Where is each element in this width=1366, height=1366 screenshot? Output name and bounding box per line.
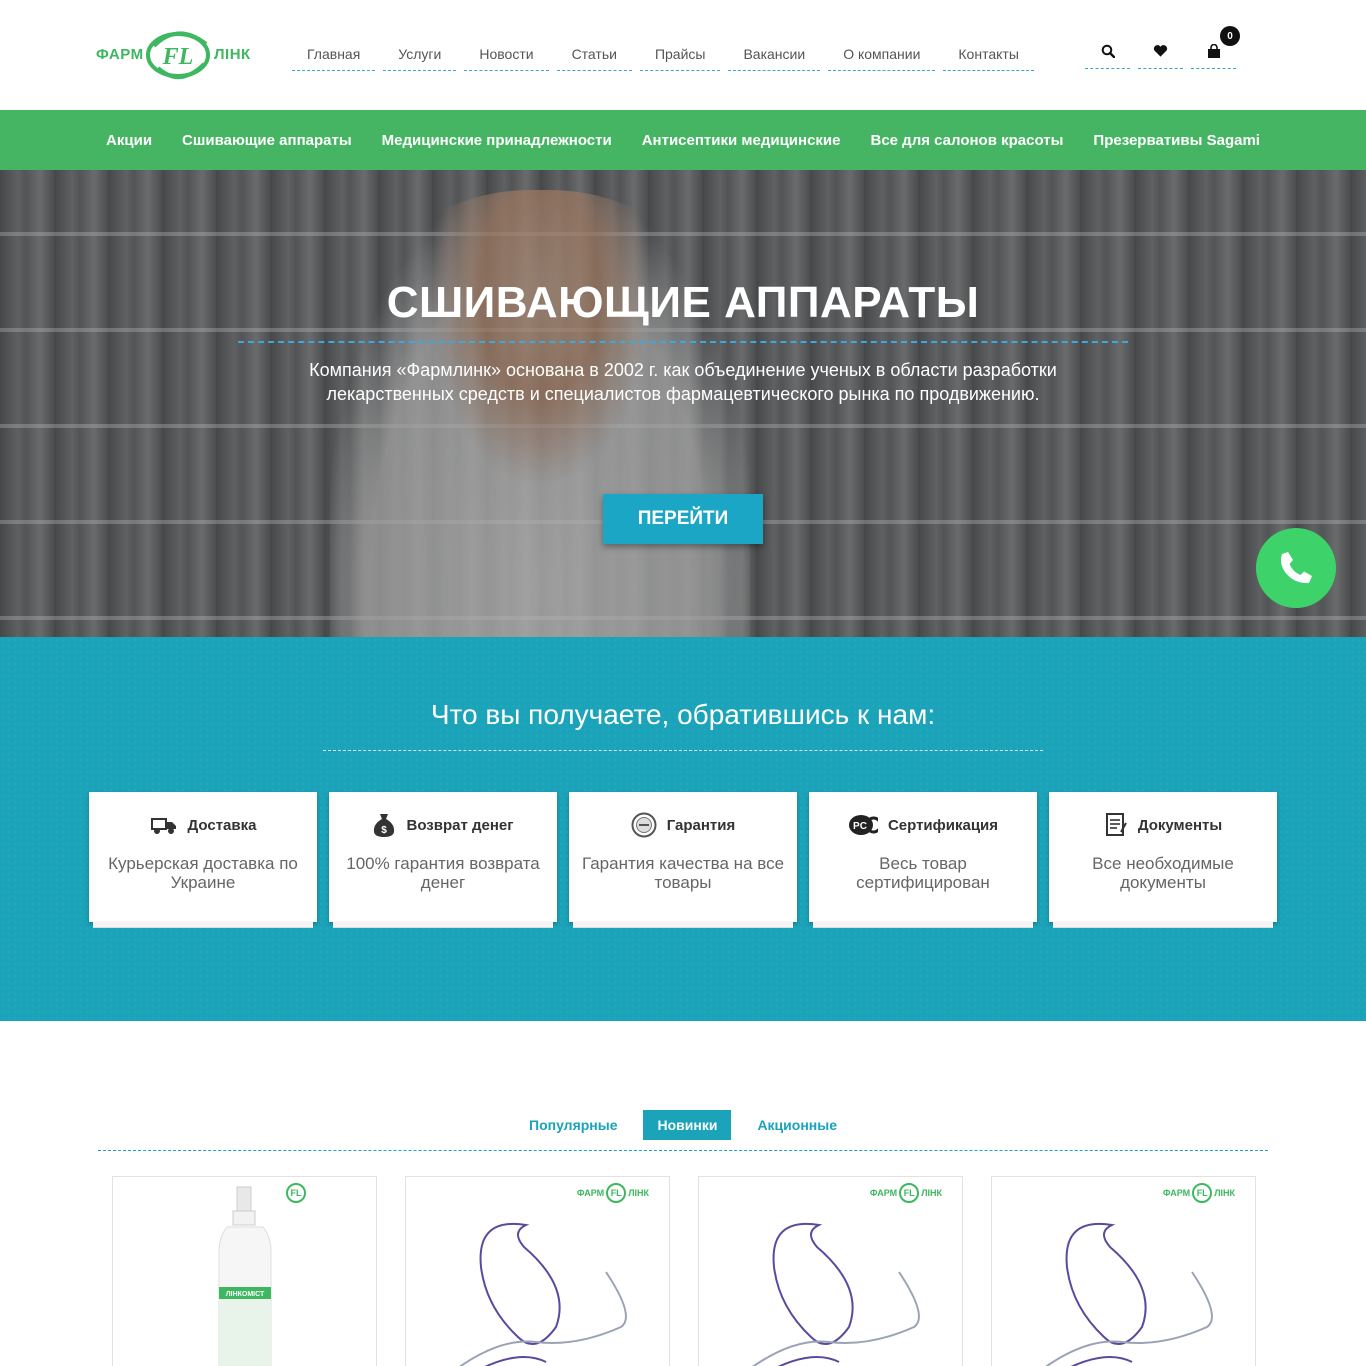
- money-bag-icon: $: [374, 814, 395, 837]
- benefit-card-guarantee: Гарантия Гарантия качества на все товары: [569, 792, 797, 928]
- category-condoms[interactable]: Презервативы Sagami: [1093, 132, 1260, 149]
- benefit-text: Все необходимые документы: [1092, 854, 1234, 892]
- tabs-divider: [98, 1150, 1268, 1151]
- category-staplers[interactable]: Сшивающие аппараты: [182, 132, 352, 149]
- benefit-title: Документы: [1137, 816, 1223, 834]
- category-bar: Акции Сшивающие аппараты Медицинские при…: [0, 110, 1366, 170]
- suture-thread-image: [1045, 1222, 1213, 1366]
- nav-item-articles[interactable]: Статьи: [556, 40, 632, 71]
- product-card-suture-2[interactable]: ФАРМ FL ЛІНК: [698, 1176, 963, 1366]
- benefits-section: Что вы получаете, обратившись к нам: Дос…: [0, 637, 1366, 1021]
- nav-item-vacancies[interactable]: Вакансии: [728, 40, 821, 71]
- spray-bottle-image: ЛІНКОМІСТ: [218, 1186, 272, 1366]
- category-beauty-salons[interactable]: Все для салонов красоты: [870, 132, 1063, 149]
- benefit-card-delivery: Доставка Курьерская доставка по Украине: [89, 792, 317, 928]
- delivery-truck-icon: [150, 818, 176, 834]
- benefit-text: Гарантия качества на все товары: [581, 854, 785, 892]
- logo-mark-icon: FL: [146, 31, 210, 79]
- benefits-title: Что вы получаете, обратившись к нам:: [430, 699, 936, 730]
- nav-item-contacts[interactable]: Контакты: [943, 40, 1034, 71]
- benefit-title: Доставка: [187, 816, 257, 834]
- header-tools: 0: [1085, 26, 1240, 69]
- certification-icon: PC: [848, 815, 878, 835]
- hero-banner: СШИВАЮЩИЕ АППАРАТЫ Компания «Фармлинк» о…: [0, 170, 1366, 637]
- nav-item-about[interactable]: О компании: [828, 40, 936, 71]
- category-medical-supplies[interactable]: Медицинские принадлежности: [382, 132, 612, 149]
- suture-thread-image: [459, 1222, 627, 1366]
- nav-item-news[interactable]: Новости: [464, 40, 549, 71]
- guarantee-seal-icon: [631, 812, 657, 838]
- benefit-card-documents: Документы Все необходимые документы: [1049, 792, 1277, 928]
- product-card-suture-3[interactable]: ФАРМ FL ЛІНК: [991, 1176, 1256, 1366]
- top-navigation: Главная Услуги Новости Статьи Прайсы Вак…: [292, 40, 1034, 71]
- benefit-text: Курьерская доставка по Украине: [108, 854, 298, 892]
- nav-item-services[interactable]: Услуги: [383, 40, 457, 71]
- tab-popular[interactable]: Популярные: [515, 1110, 631, 1140]
- search-button[interactable]: [1085, 40, 1130, 69]
- suture-thread-image: [752, 1222, 920, 1366]
- benefit-card-refund: $ Возврат денег 100% гарантия возврата д…: [329, 792, 557, 928]
- svg-text:PC: PC: [853, 821, 867, 832]
- product-grid: FL ЛІНКОМІСТ ФАРМ FL ЛІНК ФАРМ FL ЛІНК Ф…: [112, 1176, 1256, 1366]
- hero-go-button[interactable]: ПЕРЕЙТИ: [603, 494, 763, 544]
- call-button[interactable]: [1256, 528, 1336, 608]
- benefit-text: Весь товар сертифицирован: [856, 854, 990, 892]
- benefit-title: Возврат денег: [406, 816, 514, 834]
- hero-title: СШИВАЮЩИЕ АППАРАТЫ: [386, 278, 980, 327]
- benefit-cards: Доставка Курьерская доставка по Украине …: [89, 792, 1277, 928]
- tab-sale[interactable]: Акционные: [743, 1110, 851, 1140]
- product-card-spray[interactable]: FL ЛІНКОМІСТ: [112, 1176, 377, 1366]
- category-promotions[interactable]: Акции: [106, 132, 152, 149]
- logo-text-right: ЛІНК: [214, 46, 251, 63]
- phone-icon: [1281, 552, 1312, 584]
- cart-count-badge: 0: [1220, 26, 1240, 46]
- tab-new[interactable]: Новинки: [643, 1110, 732, 1140]
- nav-item-prices[interactable]: Прайсы: [639, 40, 721, 71]
- heart-icon: [1153, 45, 1168, 57]
- product-card-suture-1[interactable]: ФАРМ FL ЛІНК: [405, 1176, 670, 1366]
- category-antiseptics[interactable]: Антисептики медицинские: [642, 132, 841, 149]
- benefit-title: Гарантия: [666, 816, 736, 834]
- benefit-card-certification: PC Сертификация Весь товар сертифицирова…: [809, 792, 1037, 928]
- benefit-text: 100% гарантия возврата денег: [346, 854, 540, 892]
- search-icon: [1101, 44, 1115, 58]
- product-tabs: Популярные Новинки Акционные: [0, 1110, 1366, 1140]
- shopping-bag-icon: [1207, 44, 1220, 58]
- hero-divider: [238, 341, 1128, 343]
- header: ФАРМ FL ЛІНК Главная Услуги Новости Стат…: [0, 0, 1366, 110]
- benefits-divider: [323, 750, 1043, 751]
- hero-description: Компания «Фармлинк» основана в 2002 г. к…: [309, 360, 1057, 404]
- logo[interactable]: ФАРМ FL ЛІНК: [96, 22, 256, 86]
- document-icon: [1105, 813, 1127, 836]
- logo-text-left: ФАРМ: [96, 46, 144, 63]
- svg-text:$: $: [382, 825, 388, 836]
- benefit-title: Сертификация: [887, 816, 999, 834]
- product-bottle-label: ЛІНКОМІСТ: [226, 1291, 265, 1298]
- nav-item-home[interactable]: Главная: [292, 40, 376, 71]
- svg-text:FL: FL: [162, 44, 194, 70]
- wishlist-button[interactable]: [1138, 40, 1183, 69]
- cart-button[interactable]: 0: [1191, 26, 1240, 69]
